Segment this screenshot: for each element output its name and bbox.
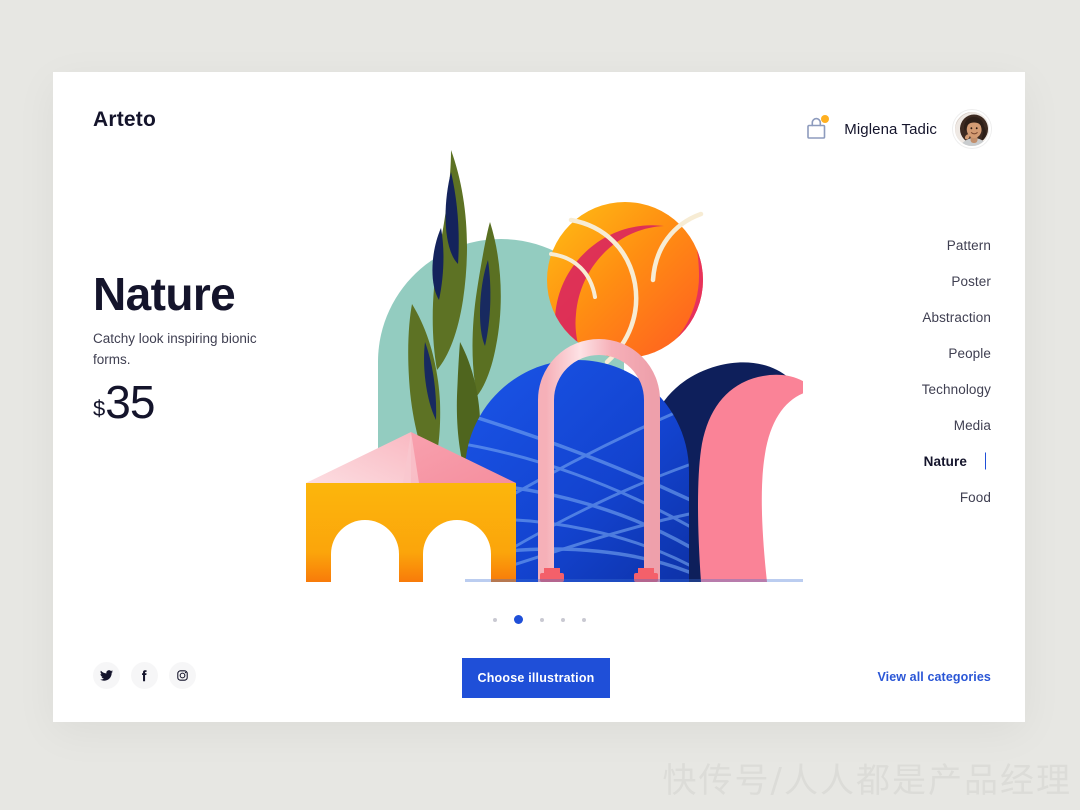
user-name-label: Miglena Tadic — [844, 120, 937, 138]
category-item-technology[interactable]: Technology — [831, 371, 991, 407]
header-right-group: Miglena Tadic — [806, 110, 991, 148]
avatar[interactable] — [953, 110, 991, 148]
category-list: Pattern Poster Abstraction People Techno… — [831, 227, 991, 515]
page-title: Nature — [93, 268, 236, 320]
carousel-dot-active[interactable] — [513, 615, 523, 624]
hero-subtitle: Catchy look inspiring bionic forms. — [93, 331, 257, 367]
price-currency: $ — [93, 396, 106, 421]
carousel-dot[interactable] — [560, 617, 565, 622]
category-item-abstraction[interactable]: Abstraction — [831, 299, 991, 335]
category-item-food[interactable]: Food — [831, 479, 991, 515]
category-item-media[interactable]: Media — [831, 407, 991, 443]
view-all-categories-link[interactable]: View all categories — [877, 670, 991, 684]
carousel-dot[interactable] — [492, 617, 497, 622]
brand-logo[interactable]: Arteto — [93, 108, 156, 132]
nature-abstract-illustration — [283, 142, 815, 582]
carousel-dot[interactable] — [539, 617, 544, 622]
watermark: 快传号/人人都是产品经理 — [662, 761, 1072, 801]
twitter-icon[interactable] — [93, 662, 120, 689]
category-item-pattern[interactable]: Pattern — [831, 227, 991, 263]
carousel-dot[interactable] — [581, 617, 586, 622]
choose-illustration-button[interactable]: Choose illustration — [462, 658, 610, 698]
category-item-nature[interactable]: Nature — [831, 443, 991, 479]
app-card: Arteto Miglena Tadic Nature Catchy look … — [53, 72, 1025, 722]
category-item-people[interactable]: People — [831, 335, 991, 371]
facebook-icon[interactable] — [131, 662, 158, 689]
social-links — [93, 662, 196, 689]
instagram-icon[interactable] — [169, 662, 196, 689]
carousel-pagination — [53, 615, 1025, 624]
shopping-bag-icon[interactable] — [806, 115, 830, 142]
price-amount: 35 — [105, 376, 155, 428]
price-display: $ 35 — [93, 376, 155, 428]
category-item-poster[interactable]: Poster — [831, 263, 991, 299]
